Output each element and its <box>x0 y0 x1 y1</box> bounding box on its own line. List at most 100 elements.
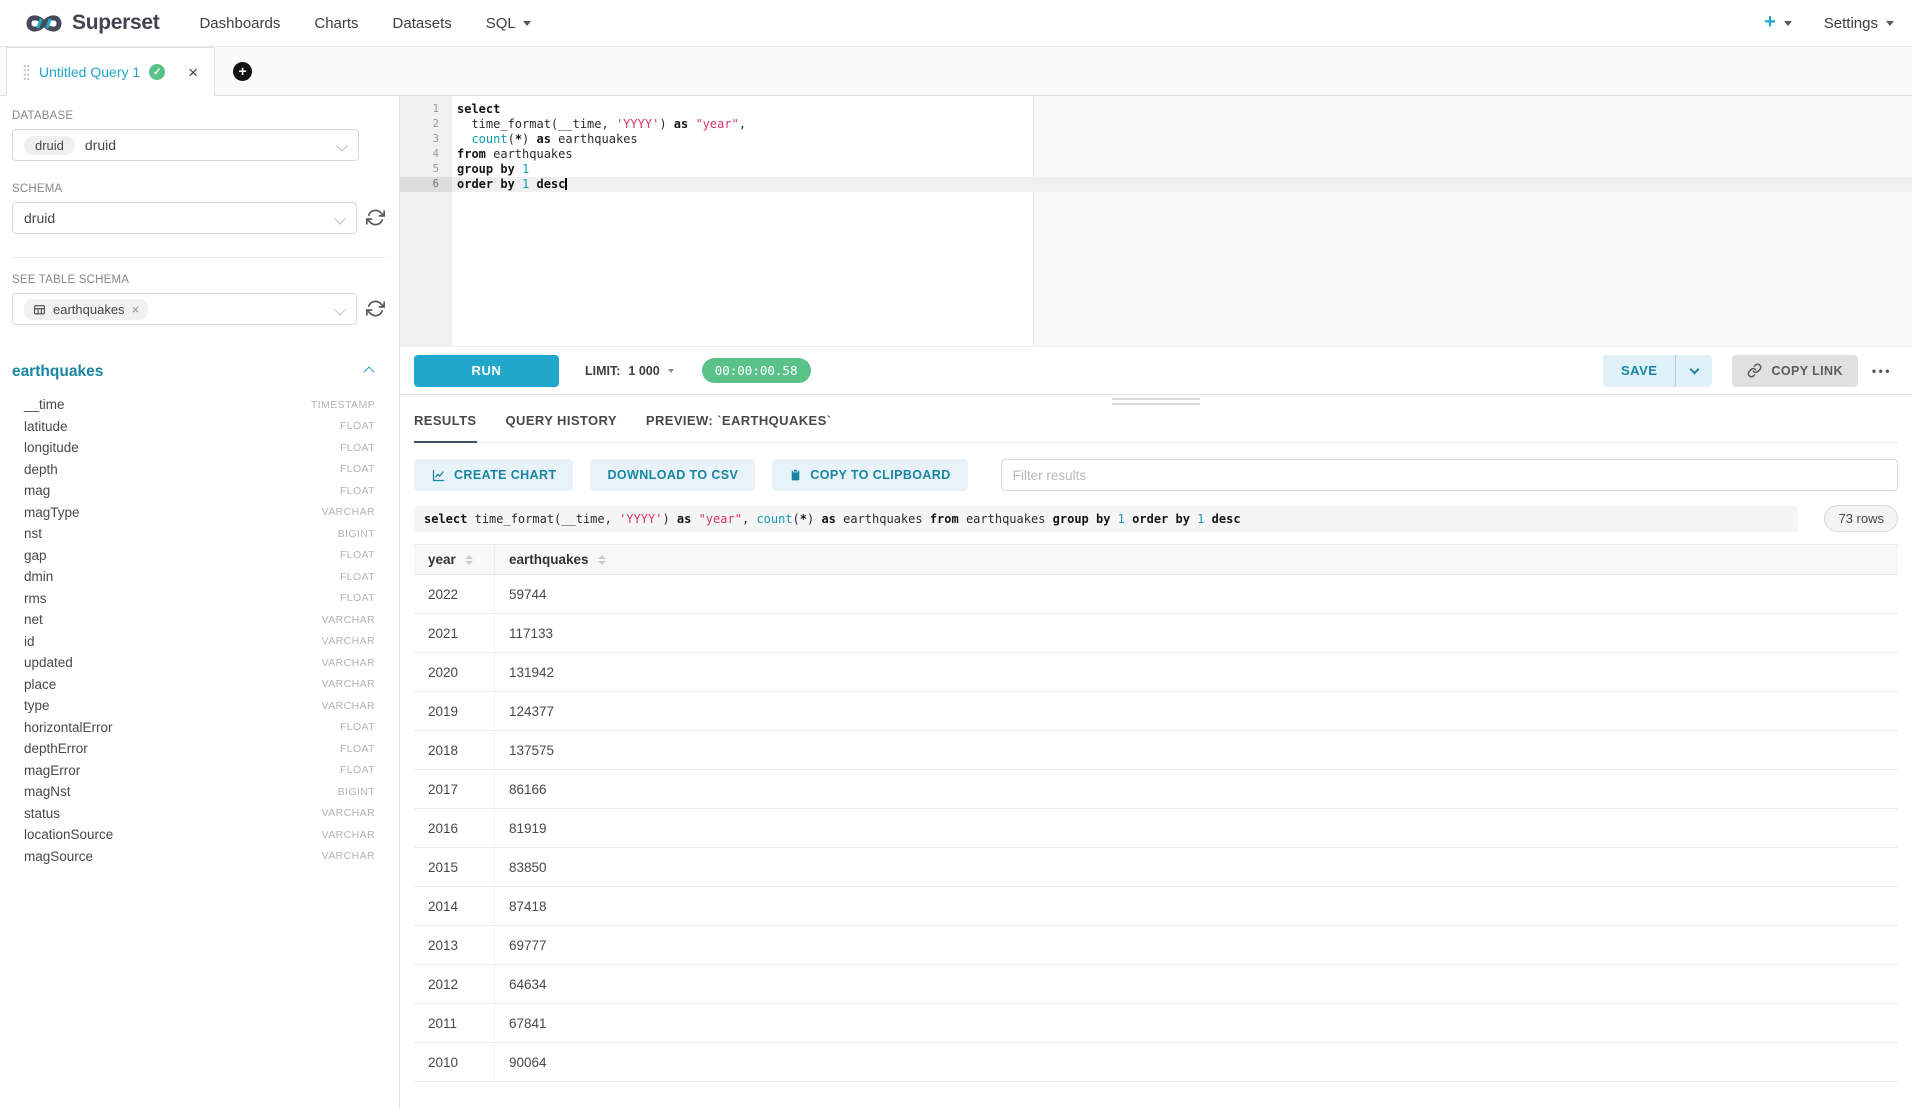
results-tabs: RESULTS QUERY HISTORY PREVIEW: `EARTHQUA… <box>414 413 1898 443</box>
nav-sql[interactable]: SQL <box>486 15 531 32</box>
cell-earthquakes: 131942 <box>495 653 1898 691</box>
results-table-header: year earthquakes <box>414 544 1898 575</box>
close-tab-icon[interactable]: × <box>188 64 198 81</box>
cell-year: 2017 <box>414 770 495 808</box>
chevron-up-icon[interactable] <box>363 366 374 377</box>
column-item: depthErrorFLOAT <box>0 738 399 760</box>
code-line[interactable]: from earthquakes <box>452 147 1912 162</box>
filter-results-input[interactable] <box>1001 459 1898 491</box>
panel-resize-handle[interactable] <box>1112 396 1200 407</box>
tab-preview-earthquakes[interactable]: PREVIEW: `EARTHQUAKES` <box>646 413 832 442</box>
table-row: 201369777 <box>414 926 1898 965</box>
editor-toolbar: RUN LIMIT: 1 000 00:00:00.58 SAVE <box>400 346 1912 395</box>
link-icon <box>1747 363 1762 378</box>
elapsed-time-badge: 00:00:00.58 <box>702 358 811 383</box>
chevron-down-icon <box>334 304 345 315</box>
copy-link-button[interactable]: COPY LINK <box>1732 355 1857 387</box>
clipboard-icon <box>789 468 802 482</box>
line-number: 5 <box>400 162 452 177</box>
cell-earthquakes: 117133 <box>495 614 1898 652</box>
brand-name: Superset <box>72 11 159 35</box>
column-name: latitude <box>24 419 68 434</box>
superset-logo[interactable]: Superset <box>24 9 159 38</box>
column-type: FLOAT <box>340 764 375 776</box>
limit-dropdown[interactable]: LIMIT: 1 000 <box>585 364 674 378</box>
sql-editor[interactable]: 123456 select time_format(__time, 'YYYY'… <box>400 96 1912 346</box>
nav-datasets[interactable]: Datasets <box>393 15 452 32</box>
cell-year: 2014 <box>414 887 495 925</box>
query-tab-strip: Untitled Query 1 ✓ × + <box>0 47 1912 96</box>
table-row: 201786166 <box>414 770 1898 809</box>
column-item: updatedVARCHAR <box>0 652 399 674</box>
column-item: typeVARCHAR <box>0 695 399 717</box>
add-tab-button[interactable]: + <box>233 62 252 81</box>
column-type: VARCHAR <box>322 829 375 841</box>
column-type: FLOAT <box>340 463 375 475</box>
tab-results[interactable]: RESULTS <box>414 413 477 442</box>
column-type: FLOAT <box>340 442 375 454</box>
column-item: magFLOAT <box>0 480 399 502</box>
line-number: 3 <box>400 132 452 147</box>
code-line[interactable]: group by 1 <box>452 162 1912 177</box>
column-name: dmin <box>24 569 53 584</box>
column-type: VARCHAR <box>322 506 375 518</box>
run-button[interactable]: RUN <box>414 355 559 387</box>
new-item-button[interactable]: + <box>1764 14 1792 32</box>
table-row: 201583850 <box>414 848 1898 887</box>
copy-clipboard-button[interactable]: COPY TO CLIPBOARD <box>772 459 967 491</box>
refresh-schema-icon[interactable] <box>365 208 385 228</box>
column-header-earthquakes[interactable]: earthquakes <box>495 545 1898 574</box>
table-select[interactable]: earthquakes × <box>12 293 357 325</box>
column-type: VARCHAR <box>322 700 375 712</box>
editor-code[interactable]: select time_format(__time, 'YYYY') as "y… <box>452 96 1912 346</box>
cell-earthquakes: 83850 <box>495 848 1898 886</box>
settings-menu[interactable]: Settings <box>1824 15 1894 32</box>
sort-icon[interactable] <box>598 555 606 565</box>
table-columns-list: __timeTIMESTAMPlatitudeFLOATlongitudeFLO… <box>0 394 399 867</box>
nav-dashboards[interactable]: Dashboards <box>199 15 280 32</box>
cell-year: 2015 <box>414 848 495 886</box>
column-item: latitudeFLOAT <box>0 416 399 438</box>
column-name: magError <box>24 763 80 778</box>
schema-label: SCHEMA <box>12 183 387 195</box>
tab-untitled-query-1[interactable]: Untitled Query 1 ✓ × <box>6 47 215 96</box>
column-header-year[interactable]: year <box>414 545 495 574</box>
tab-query-history[interactable]: QUERY HISTORY <box>506 413 617 442</box>
limit-label: LIMIT: <box>585 364 620 378</box>
top-navbar: Superset Dashboards Charts Datasets SQL … <box>0 0 1912 47</box>
refresh-tables-icon[interactable] <box>365 299 385 319</box>
code-line[interactable]: order by 1 desc <box>452 177 1912 192</box>
schema-select[interactable]: druid <box>12 202 357 234</box>
cell-earthquakes: 137575 <box>495 731 1898 769</box>
cell-earthquakes: 86166 <box>495 770 1898 808</box>
save-split-button: SAVE <box>1603 355 1712 387</box>
column-name: id <box>24 634 35 649</box>
remove-table-icon[interactable]: × <box>132 303 140 316</box>
line-number: 1 <box>400 102 452 117</box>
code-line[interactable]: select <box>452 102 1912 117</box>
column-name: magSource <box>24 849 93 864</box>
column-item: longitudeFLOAT <box>0 437 399 459</box>
column-type: VARCHAR <box>322 678 375 690</box>
chevron-down-icon <box>1690 364 1700 374</box>
editor-panel: 123456 select time_format(__time, 'YYYY'… <box>400 96 1912 1108</box>
cell-year: 2013 <box>414 926 495 964</box>
chart-icon <box>431 468 446 483</box>
sort-icon[interactable] <box>465 555 473 565</box>
column-type: FLOAT <box>340 743 375 755</box>
table-row: 2018137575 <box>414 731 1898 770</box>
save-button[interactable]: SAVE <box>1603 355 1676 387</box>
more-options-button[interactable]: ••• <box>1866 364 1898 378</box>
nav-charts[interactable]: Charts <box>314 15 358 32</box>
column-name: magNst <box>24 784 71 799</box>
database-select[interactable]: druid druid <box>12 129 359 161</box>
column-name: depth <box>24 462 58 477</box>
create-chart-button[interactable]: CREATE CHART <box>414 459 573 491</box>
table-schema-header[interactable]: earthquakes <box>12 363 373 381</box>
column-item: depth FLOAT <box>0 459 399 481</box>
column-name: updated <box>24 655 73 670</box>
code-line[interactable]: count(*) as earthquakes <box>452 132 1912 147</box>
code-line[interactable]: time_format(__time, 'YYYY') as "year", <box>452 117 1912 132</box>
save-dropdown-button[interactable] <box>1676 355 1712 387</box>
download-csv-button[interactable]: DOWNLOAD TO CSV <box>590 459 755 491</box>
